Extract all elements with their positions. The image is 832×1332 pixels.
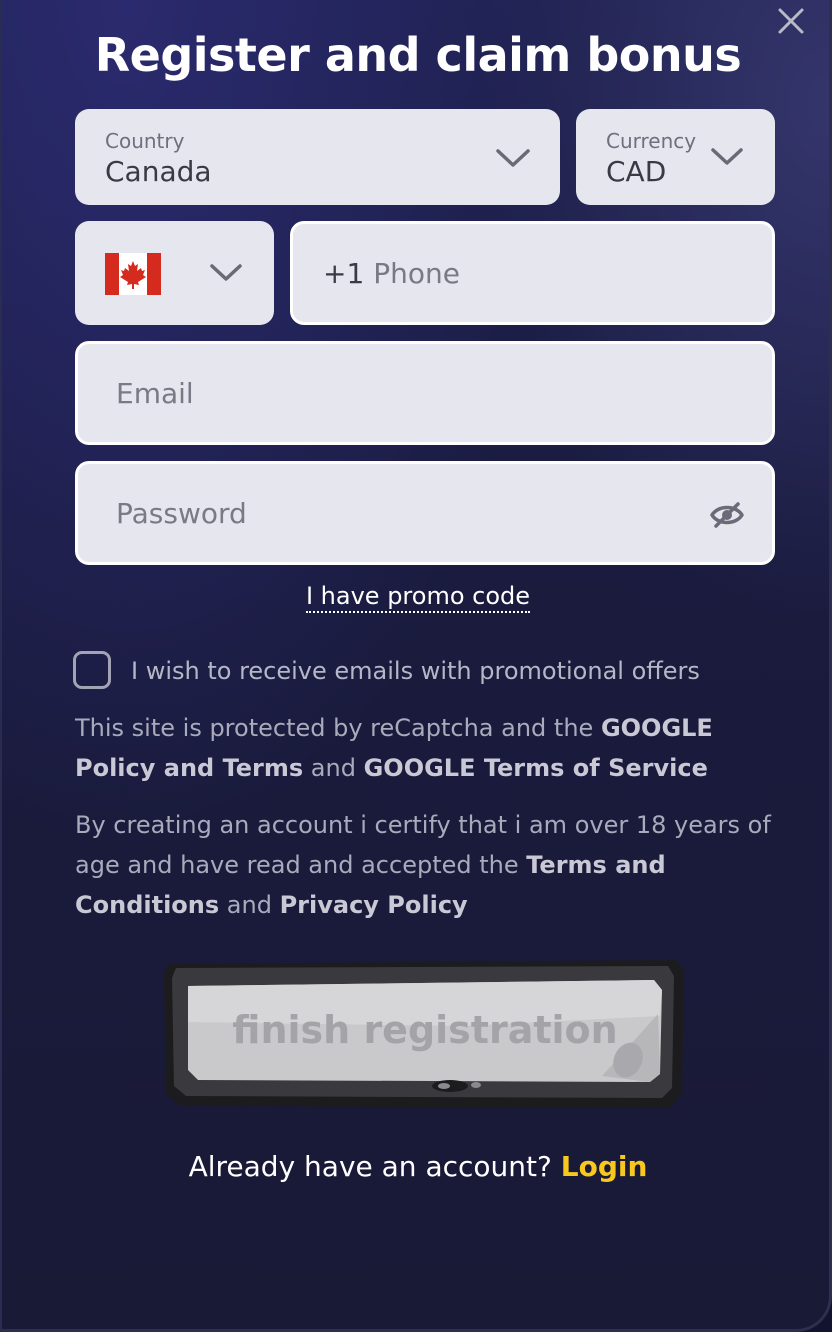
- recaptcha-text: This site is protected by reCaptcha and …: [75, 714, 601, 742]
- chevron-down-icon: [711, 148, 743, 165]
- modal-title: Register and claim bonus: [94, 28, 742, 82]
- age-terms-notice: By creating an account i certify that i …: [75, 805, 775, 925]
- finish-registration-button[interactable]: finish registration: [162, 956, 688, 1112]
- finish-registration-label: finish registration: [232, 1008, 618, 1052]
- country-label: Country: [105, 129, 185, 153]
- canada-flag-icon: [105, 253, 161, 295]
- login-prompt: Already have an account? Login: [2, 1150, 832, 1183]
- phone-country-select[interactable]: [75, 221, 274, 325]
- email-input[interactable]: Email: [75, 341, 775, 445]
- currency-label: Currency: [606, 129, 697, 153]
- login-question: Already have an account?: [188, 1150, 561, 1183]
- email-placeholder: Email: [116, 377, 194, 410]
- recaptcha-and-text: and: [303, 754, 364, 782]
- chevron-down-icon: [496, 149, 530, 167]
- registration-modal: Register and claim bonus Country Canada …: [0, 0, 832, 1332]
- currency-select[interactable]: Currency CAD: [576, 109, 775, 205]
- privacy-policy-link[interactable]: Privacy Policy: [280, 891, 468, 919]
- promo-emails-label: I wish to receive emails with promotiona…: [131, 657, 700, 685]
- password-placeholder: Password: [116, 497, 247, 530]
- login-link[interactable]: Login: [561, 1150, 648, 1183]
- promo-emails-checkbox[interactable]: [73, 651, 111, 689]
- currency-value: CAD: [606, 155, 667, 188]
- promo-code-link-wrap: I have promo code: [2, 582, 832, 613]
- phone-prefix: +1: [323, 257, 365, 290]
- recaptcha-notice: This site is protected by reCaptcha and …: [75, 708, 775, 788]
- eye-slash-icon[interactable]: [710, 501, 744, 529]
- country-select[interactable]: Country Canada: [75, 109, 560, 205]
- chevron-down-icon: [210, 264, 242, 281]
- phone-placeholder: Phone: [373, 257, 460, 290]
- google-terms-link[interactable]: GOOGLE Terms of Service: [364, 754, 708, 782]
- phone-input-text: +1 Phone: [323, 257, 460, 290]
- promo-code-link[interactable]: I have promo code: [305, 582, 531, 613]
- phone-input[interactable]: +1 Phone: [290, 221, 775, 325]
- password-input[interactable]: Password: [75, 461, 775, 565]
- terms-and-text: and: [219, 891, 280, 919]
- age-terms-text: By creating an account i certify that i …: [75, 811, 771, 879]
- country-value: Canada: [105, 155, 212, 188]
